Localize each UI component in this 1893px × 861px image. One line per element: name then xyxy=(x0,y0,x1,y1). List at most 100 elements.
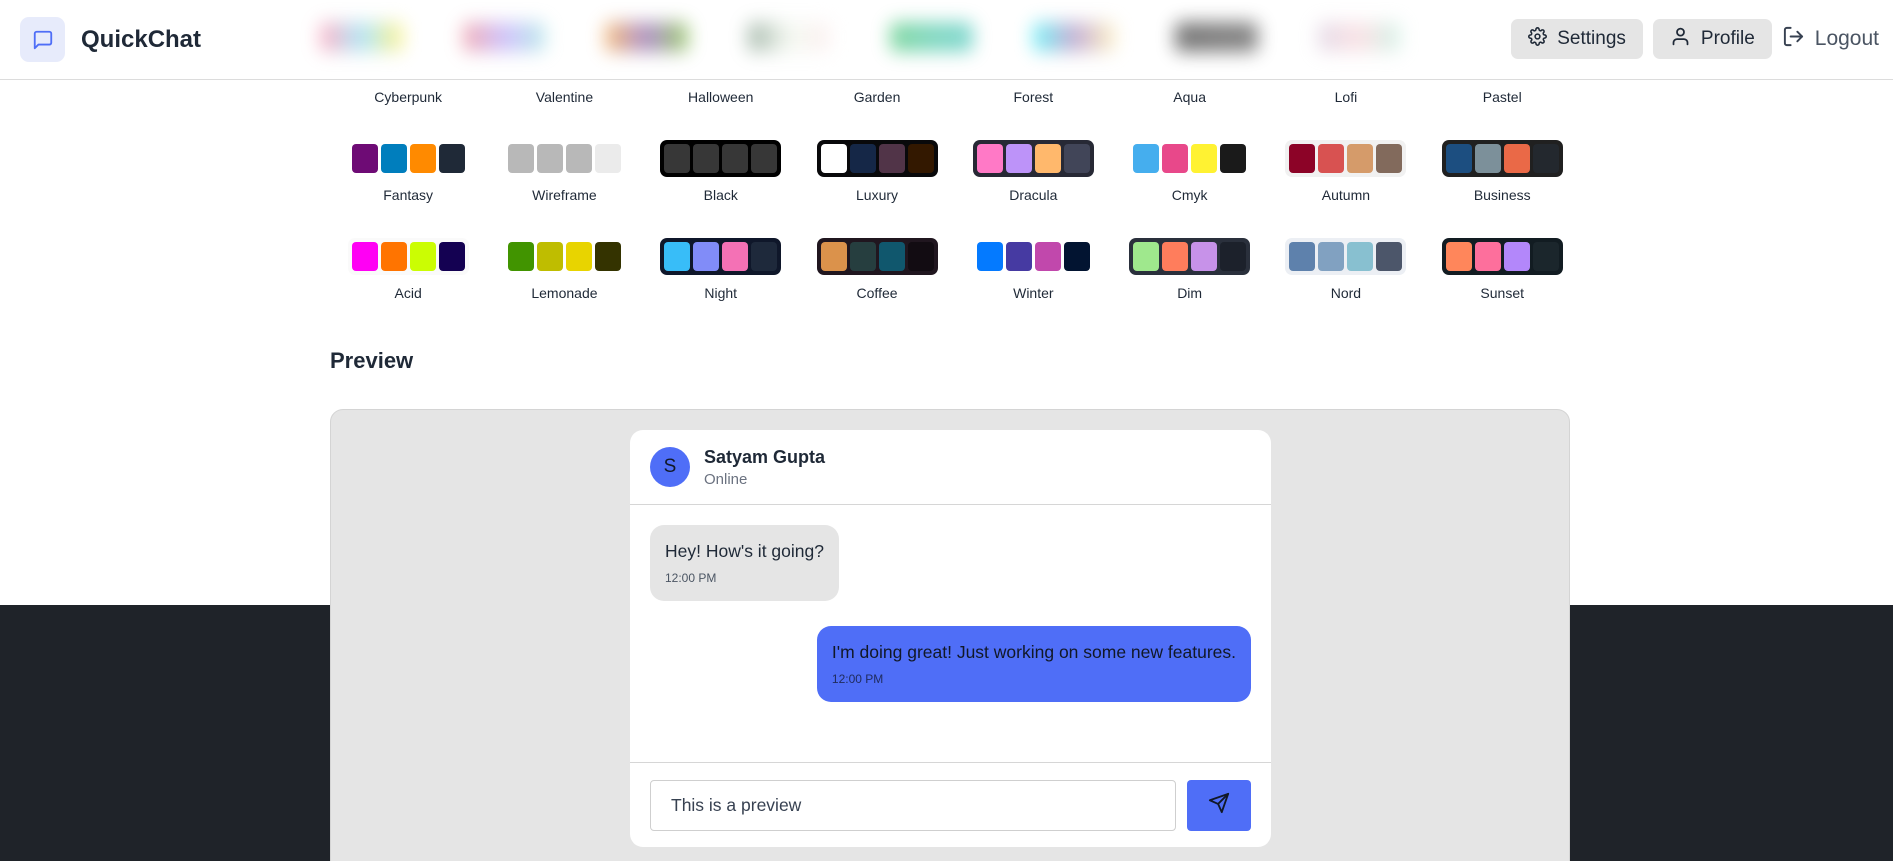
color-swatch xyxy=(1133,242,1160,271)
theme-name: Dim xyxy=(1177,285,1203,301)
theme-option-night[interactable]: Night xyxy=(643,206,799,304)
color-swatch xyxy=(438,242,465,271)
color-swatch xyxy=(722,144,749,173)
color-swatch xyxy=(565,144,592,173)
color-swatch xyxy=(1063,242,1090,271)
color-swatch xyxy=(878,242,905,271)
theme-name: Cyberpunk xyxy=(374,89,442,105)
settings-label: Settings xyxy=(1557,28,1626,49)
theme-option-coffee[interactable]: Coffee xyxy=(799,206,955,304)
navbar: QuickChat Settings Profile Logout xyxy=(0,0,1893,80)
color-swatch xyxy=(1376,242,1403,271)
theme-swatches xyxy=(1285,140,1407,177)
chat-bubble-icon xyxy=(20,17,65,62)
theme-option-dim[interactable]: Dim xyxy=(1111,206,1267,304)
color-swatch xyxy=(1503,242,1530,271)
theme-option-autumn[interactable]: Autumn xyxy=(1268,108,1424,206)
theme-option-black[interactable]: Black xyxy=(643,108,799,206)
theme-option-cmyk[interactable]: Cmyk xyxy=(1111,108,1267,206)
chat-preview-card: S Satyam Gupta Online Hey! How's it goin… xyxy=(630,430,1271,847)
theme-name: Forest xyxy=(1013,89,1054,105)
theme-name: Business xyxy=(1473,187,1531,203)
color-swatch xyxy=(1532,144,1559,173)
theme-name: Wireframe xyxy=(532,187,597,203)
color-swatch xyxy=(1220,144,1247,173)
nav-actions: Settings Profile Logout xyxy=(1511,19,1881,59)
theme-option-business[interactable]: Business xyxy=(1424,108,1580,206)
color-swatch xyxy=(565,242,592,271)
theme-name: Fantasy xyxy=(383,187,434,203)
color-swatch xyxy=(594,242,621,271)
theme-option-dracula[interactable]: Dracula xyxy=(955,108,1111,206)
theme-name: Aqua xyxy=(1173,89,1206,105)
color-swatch xyxy=(1220,242,1247,271)
message-input[interactable]: This is a preview xyxy=(650,779,1176,831)
logout-label: Logout xyxy=(1814,27,1879,50)
color-swatch xyxy=(907,144,934,173)
theme-option-fantasy[interactable]: Fantasy xyxy=(330,108,486,206)
theme-swatches xyxy=(347,140,469,177)
theme-option-nord[interactable]: Nord xyxy=(1268,206,1424,304)
theme-name: Winter xyxy=(1013,285,1054,301)
color-swatch xyxy=(1532,242,1559,271)
theme-name: Cmyk xyxy=(1171,187,1208,203)
theme-name: Halloween xyxy=(688,89,754,105)
message-bubble-sent: I'm doing great! Just working on some ne… xyxy=(816,626,1251,702)
color-swatch xyxy=(1318,144,1345,173)
color-swatch xyxy=(722,242,749,271)
theme-name: Acid xyxy=(394,285,422,301)
color-swatch xyxy=(1133,144,1160,173)
message-list: Hey! How's it going? 12:00 PM I'm doing … xyxy=(630,505,1271,762)
theme-name: Luxury xyxy=(856,187,899,203)
theme-name: Lemonade xyxy=(531,285,598,301)
chat-header: S Satyam Gupta Online xyxy=(630,430,1271,505)
theme-option-winter[interactable]: Winter xyxy=(955,206,1111,304)
theme-option-wireframe[interactable]: Wireframe xyxy=(486,108,642,206)
theme-name: Nord xyxy=(1330,285,1362,301)
brand[interactable]: QuickChat xyxy=(20,17,201,62)
theme-grid: Cyberpunk Valentine Halloween Garden Forest A… xyxy=(330,70,1586,304)
color-swatch xyxy=(849,242,876,271)
color-swatch xyxy=(976,144,1003,173)
avatar: S xyxy=(650,447,690,487)
color-swatch xyxy=(1162,144,1189,173)
theme-option-luxury[interactable]: Luxury xyxy=(799,108,955,206)
theme-name: Dracula xyxy=(1009,187,1058,203)
color-swatch xyxy=(664,242,691,271)
send-button[interactable] xyxy=(1187,779,1251,831)
logout-button[interactable]: Logout xyxy=(1782,19,1881,59)
color-swatch xyxy=(751,242,778,271)
color-swatch xyxy=(1445,144,1472,173)
theme-name: Lofi xyxy=(1334,89,1358,105)
color-swatch xyxy=(693,144,720,173)
contact-info: Satyam Gupta Online xyxy=(704,447,825,488)
settings-button[interactable]: Settings xyxy=(1511,19,1643,59)
color-swatch xyxy=(351,242,378,271)
profile-button[interactable]: Profile xyxy=(1652,19,1772,59)
color-swatch xyxy=(1191,144,1218,173)
theme-swatches xyxy=(503,140,625,177)
theme-swatches xyxy=(347,238,469,275)
color-swatch xyxy=(409,144,436,173)
theme-option-lemonade[interactable]: Lemonade xyxy=(486,206,642,304)
color-swatch xyxy=(1376,144,1403,173)
message-bubble-received: Hey! How's it going? 12:00 PM xyxy=(650,525,839,601)
navbar-backdrop-blur xyxy=(320,22,1400,70)
color-swatch xyxy=(380,144,407,173)
color-swatch xyxy=(1347,242,1374,271)
color-swatch xyxy=(1474,242,1501,271)
color-swatch xyxy=(976,242,1003,271)
message-time: 12:00 PM xyxy=(665,571,717,585)
logout-icon xyxy=(1782,25,1805,54)
color-swatch xyxy=(536,242,563,271)
color-swatch xyxy=(1034,242,1061,271)
theme-name: Coffee xyxy=(856,285,898,301)
theme-swatches xyxy=(660,140,782,177)
theme-swatches xyxy=(1441,238,1563,275)
theme-swatches xyxy=(816,238,938,275)
theme-swatches xyxy=(660,238,782,275)
color-swatch xyxy=(878,144,905,173)
theme-option-sunset[interactable]: Sunset xyxy=(1424,206,1580,304)
theme-option-acid[interactable]: Acid xyxy=(330,206,486,304)
contact-status: Online xyxy=(704,470,748,488)
